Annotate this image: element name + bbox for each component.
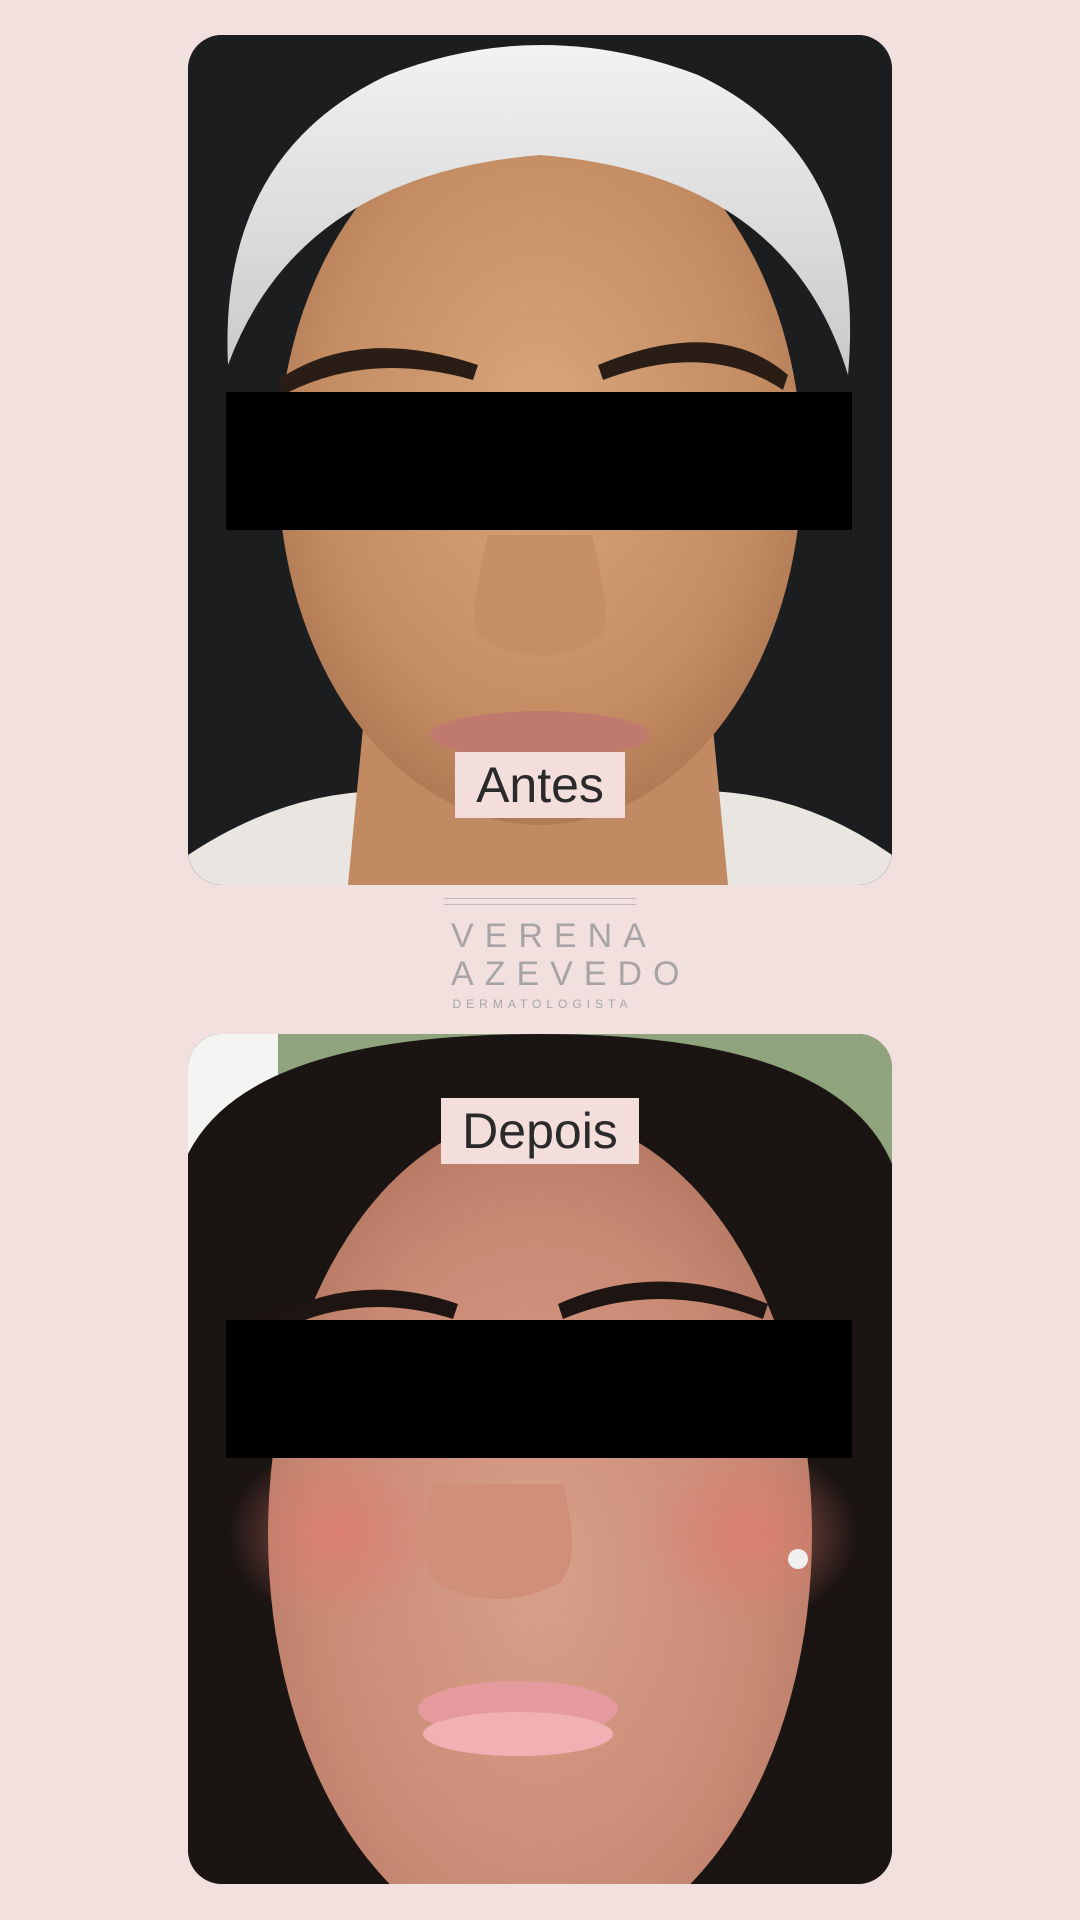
- after-label: Depois: [441, 1098, 639, 1164]
- logo-last-name: AZEVEDO: [451, 955, 691, 993]
- before-label: Antes: [455, 752, 625, 818]
- before-photo: Antes: [188, 35, 892, 885]
- logo-rule: [444, 898, 636, 899]
- brand-logo: VERENA AZEVEDO DERMATOLOGISTA: [440, 898, 691, 1014]
- censor-bar: [226, 392, 852, 530]
- censor-bar: [226, 1320, 852, 1458]
- logo-subtitle: DERMATOLOGISTA: [452, 997, 633, 1011]
- page: Antes VERENA AZEVEDO DERMATOLOGISTA Depo…: [0, 0, 1080, 1920]
- after-photo: Depois: [188, 1034, 892, 1884]
- logo-rule: [444, 904, 636, 905]
- logo-first-name: VERENA: [451, 917, 657, 955]
